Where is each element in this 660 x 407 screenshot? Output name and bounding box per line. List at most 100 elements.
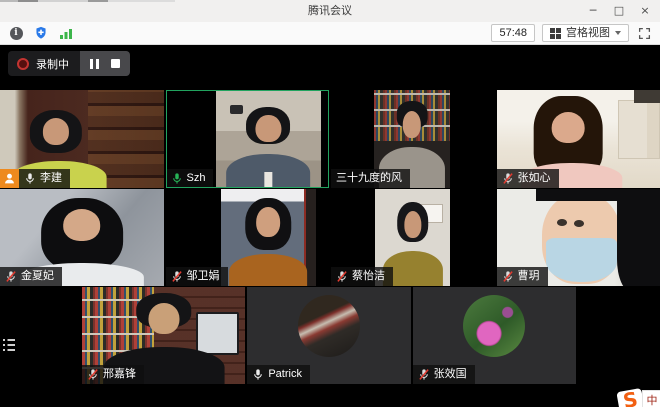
- fullscreen-icon: [638, 27, 651, 40]
- meeting-security-button[interactable]: [33, 25, 49, 41]
- signal-icon: [59, 27, 73, 40]
- participant-name: 邹卫娟: [187, 269, 220, 283]
- person-hair: [617, 189, 660, 286]
- participant-name: 李建: [40, 171, 62, 185]
- window-title: 腾讯会议: [0, 0, 660, 22]
- shield-icon: [34, 26, 48, 40]
- participant-name: Patrick: [268, 367, 302, 381]
- input-language-badge: 中: [642, 390, 660, 407]
- person-face: [63, 209, 101, 241]
- participant-name-label: 邹卫娟: [166, 267, 228, 286]
- recording-label: 录制中: [36, 56, 69, 72]
- participant-tile[interactable]: 邢嘉锋: [82, 287, 245, 384]
- mic-muted-icon: [418, 368, 430, 381]
- grid-view-button[interactable]: 宫格视图: [542, 24, 629, 42]
- sogou-logo-icon: S: [616, 388, 644, 407]
- scene-detail: [196, 312, 239, 355]
- mic-muted-icon: [87, 368, 99, 381]
- avatar: [298, 295, 360, 357]
- participant-name: Szh: [187, 171, 206, 185]
- participant-tile[interactable]: 张效国: [413, 287, 576, 384]
- avatar: [463, 295, 525, 357]
- person-face: [552, 112, 585, 143]
- video-grid-row-1: 李建 Szh 三十九度的风 张如心: [0, 90, 660, 188]
- toolbar-right: 57:48 宫格视图: [491, 24, 652, 42]
- participant-name: 张效国: [434, 367, 467, 381]
- host-badge: [0, 169, 19, 188]
- scene-detail: [634, 90, 660, 103]
- mic-muted-icon: [171, 270, 183, 283]
- mic-muted-icon: [336, 270, 348, 283]
- info-icon: i: [10, 27, 23, 40]
- person-face: [148, 303, 179, 334]
- participant-tile[interactable]: 三十九度的风: [331, 90, 495, 188]
- maximize-button[interactable]: □: [606, 0, 632, 22]
- scene-detail: [536, 189, 631, 201]
- mic-icon: [252, 368, 264, 381]
- participant-name-label: 张效国: [413, 365, 475, 384]
- recording-indicator: 录制中: [8, 51, 130, 76]
- scene-detail: [618, 100, 660, 159]
- participant-name: 三十九度的风: [336, 171, 402, 185]
- toolbar-left-icons: i: [8, 25, 74, 41]
- participant-tile[interactable]: Szh: [166, 90, 330, 188]
- mic-muted-icon: [5, 270, 17, 283]
- person-face: [256, 115, 281, 142]
- window-titlebar: 腾讯会议 ─ □ ×: [0, 0, 660, 23]
- grid-view-label: 宫格视图: [566, 27, 610, 39]
- participant-tile[interactable]: Patrick: [247, 287, 410, 384]
- meeting-info-button[interactable]: i: [8, 25, 24, 41]
- participant-tile[interactable]: 金夏妃: [0, 189, 164, 286]
- window-controls: ─ □ ×: [580, 0, 658, 22]
- stop-icon: [111, 59, 120, 68]
- scene-detail: [230, 105, 244, 114]
- person-face: [404, 211, 421, 238]
- chevron-down-icon: [615, 31, 621, 35]
- meeting-timer: 57:48: [491, 24, 535, 42]
- participant-tile[interactable]: 邹卫娟: [166, 189, 330, 286]
- participant-name-label: 金夏妃: [0, 267, 62, 286]
- close-button[interactable]: ×: [632, 0, 658, 22]
- meeting-toolbar: i 57:48: [0, 22, 660, 45]
- participant-name-label: 张如心: [497, 169, 559, 188]
- participant-tile[interactable]: 蔡怡洁: [331, 189, 495, 286]
- video-grid-row-2: 金夏妃 邹卫娟 蔡怡洁 曹玥: [0, 189, 660, 286]
- participant-name-label: 李建: [19, 169, 70, 188]
- mic-icon: [24, 172, 36, 185]
- minimize-button[interactable]: ─: [580, 0, 606, 22]
- participant-name: 蔡怡洁: [352, 269, 385, 283]
- person-body: [230, 254, 308, 286]
- participant-name: 金夏妃: [21, 269, 54, 283]
- participant-name: 张如心: [518, 171, 551, 185]
- participant-name-label: 蔡怡洁: [331, 267, 393, 286]
- mic-muted-icon: [502, 270, 514, 283]
- participant-name-label: Patrick: [247, 365, 310, 384]
- person-face: [403, 111, 421, 138]
- pause-icon: [90, 59, 99, 69]
- participant-tile[interactable]: 曹玥: [497, 189, 660, 286]
- recording-status: 录制中: [8, 51, 80, 76]
- scene-detail: [546, 238, 618, 283]
- mic-muted-icon: [502, 172, 514, 185]
- fullscreen-button[interactable]: [636, 25, 652, 41]
- video-grid-row-3: 邢嘉锋 Patrick 张效国: [82, 287, 576, 384]
- participant-name-label: Szh: [166, 169, 214, 188]
- input-method-indicator[interactable]: S 中: [608, 377, 660, 407]
- participant-list-toggle[interactable]: [3, 334, 17, 356]
- person-body: [557, 219, 567, 226]
- mic-speaking-icon: [171, 172, 183, 185]
- pause-recording-button[interactable]: [90, 59, 99, 69]
- participant-name-label: 曹玥: [497, 267, 548, 286]
- participant-name: 曹玥: [518, 269, 540, 283]
- tencent-meeting-window: 腾讯会议 ─ □ × i: [0, 0, 660, 407]
- stop-recording-button[interactable]: [111, 59, 120, 68]
- person-face: [43, 118, 69, 144]
- participant-name-label: 邢嘉锋: [82, 365, 144, 384]
- participant-tile[interactable]: 张如心: [497, 90, 660, 188]
- grid-view-icon: [550, 28, 561, 39]
- recording-dot-icon: [17, 58, 29, 70]
- participant-tile[interactable]: 李建: [0, 90, 164, 188]
- video-stage: 录制中 李建 Szh 三十九度的风 张如心 金夏妃 邹卫娟: [0, 46, 660, 407]
- network-signal-button[interactable]: [58, 25, 74, 41]
- host-person-icon: [3, 172, 16, 185]
